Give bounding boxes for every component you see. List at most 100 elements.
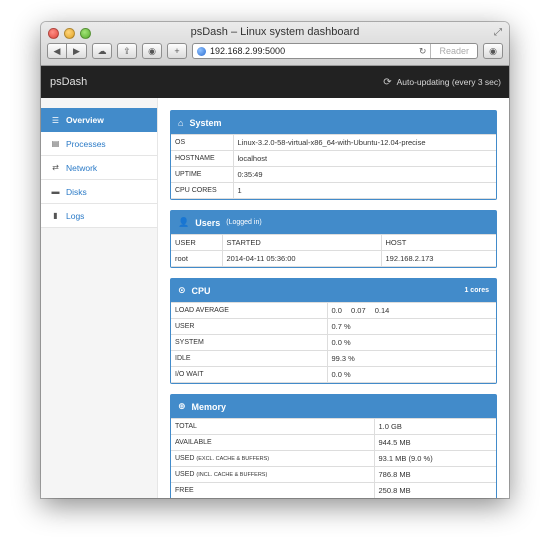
- table-cell: 192.168.2.173: [380, 250, 496, 267]
- cores-count: 1 cores: [464, 287, 489, 294]
- table-row: USER 0.7 %: [171, 318, 496, 335]
- row-label: UPTIME: [171, 166, 234, 183]
- back-arrow-icon: ◀: [53, 45, 61, 56]
- sidebar-item-overview[interactable]: ☰ Overview: [41, 108, 157, 132]
- sidebar-item-processes[interactable]: ▤ Processes: [41, 132, 157, 156]
- row-label-text: AVAILABLE: [175, 439, 212, 446]
- row-label-text: FREE: [175, 487, 194, 494]
- row-label-text: TOTAL: [175, 423, 197, 430]
- icloud-tabs-button[interactable]: ☁: [92, 43, 112, 59]
- row-value: 944.5 MB: [373, 434, 496, 451]
- row-label: USER: [171, 318, 328, 335]
- sidebar: ☰ Overview ▤ Processes ⇄ Network ▬ Disks…: [41, 98, 158, 498]
- url-text[interactable]: 192.168.2.99:5000: [210, 46, 415, 56]
- row-value: 250.8 MB: [373, 482, 496, 498]
- window-title: psDash – Linux system dashboard: [190, 26, 360, 38]
- row-label: AVAILABLE: [171, 434, 375, 451]
- file-icon: ▮: [53, 211, 58, 220]
- table-row: USED (EXCL. CACHE & BUFFERS) 93.1 MB (9.…: [171, 450, 496, 467]
- table-row: FREE 250.8 MB: [171, 482, 496, 498]
- row-value: 99.3 %: [326, 350, 496, 367]
- system-panel: ⌂ System OS Linux-3.2.0-58-virtual-x86_6…: [170, 110, 497, 200]
- users-table: USER STARTED HOST root 2014-04-11 05:36:…: [171, 234, 496, 267]
- cloud-icon: ☁: [97, 45, 107, 56]
- app-navbar: psDash ⟳ Auto-updating (every 3 sec): [41, 66, 509, 98]
- browser-toolbar: ◀ ▶ ☁ ⇪ ◉ + 192.168.2.99:5000 ↻ Reader ◉: [47, 42, 503, 60]
- table-row: TOTAL 1.0 GB: [171, 418, 496, 435]
- panel-subtitle: (Logged in): [226, 219, 262, 226]
- row-value: 1: [232, 182, 496, 199]
- row-label: SYSTEM: [171, 334, 328, 351]
- row-label-text: USED: [175, 471, 195, 478]
- disk-icon: ▬: [51, 187, 60, 196]
- row-label: FREE: [171, 482, 375, 498]
- row-label-note: (INCL. CACHE & BUFFERS): [196, 472, 268, 478]
- panel-header: ⊙ CPU 1 cores: [171, 279, 496, 302]
- cpu-table: LOAD AVERAGE 0.0 0.07 0.14 USER 0.7 % SY…: [171, 302, 496, 383]
- forward-arrow-icon: ▶: [73, 45, 80, 56]
- panel-header: ⌂ System: [171, 111, 496, 134]
- panel-header: ⊕ Memory: [171, 395, 496, 418]
- load-average-values: 0.0 0.07 0.14: [326, 302, 496, 319]
- row-value: localhost: [232, 150, 496, 167]
- browser-window: psDash – Linux system dashboard ⤢ ◀ ▶ ☁ …: [41, 22, 509, 498]
- table-row: I/O WAIT 0.0 %: [171, 366, 496, 383]
- users-panel: 👤 Users (Logged in) USER STARTED HOST ro…: [170, 210, 497, 268]
- address-bar[interactable]: 192.168.2.99:5000 ↻ Reader: [192, 43, 478, 59]
- sidebar-item-network[interactable]: ⇄ Network: [41, 156, 157, 180]
- new-tab-button[interactable]: +: [167, 43, 187, 59]
- row-label-note: (EXCL. CACHE & BUFFERS): [196, 456, 270, 462]
- app-body: ☰ Overview ▤ Processes ⇄ Network ▬ Disks…: [41, 98, 509, 498]
- row-label: USED (INCL. CACHE & BUFFERS): [171, 466, 375, 483]
- column-header: USER: [171, 234, 223, 251]
- share-icon: ⇪: [123, 45, 131, 56]
- row-label: HOSTNAME: [171, 150, 234, 167]
- panel-header: 👤 Users (Logged in): [171, 211, 496, 234]
- table-cell: root: [171, 250, 223, 267]
- share-button[interactable]: ⇪: [117, 43, 137, 59]
- table-cell: 2014-04-11 05:36:00: [221, 250, 382, 267]
- list-icon: ☰: [51, 115, 60, 125]
- auto-update-label: Auto-updating (every 3 sec): [396, 77, 501, 87]
- panel-title: Users: [195, 217, 221, 228]
- sidebar-item-logs[interactable]: ▮ Logs: [41, 204, 157, 228]
- app-brand[interactable]: psDash: [50, 76, 87, 88]
- table-row: HOSTNAME localhost: [171, 150, 496, 167]
- user-icon: 👤: [178, 217, 190, 227]
- back-button[interactable]: ◀: [47, 43, 67, 59]
- fullscreen-icon[interactable]: ⤢: [494, 27, 502, 38]
- row-value: Linux-3.2.0-58-virtual-x86_64-with-Ubunt…: [232, 134, 496, 151]
- load-1m: 0.0: [331, 306, 342, 315]
- table-row: IDLE 99.3 %: [171, 350, 496, 367]
- table-row: AVAILABLE 944.5 MB: [171, 434, 496, 451]
- downloads-button[interactable]: ◉: [483, 43, 503, 59]
- row-label: TOTAL: [171, 418, 375, 435]
- row-label: USED (EXCL. CACHE & BUFFERS): [171, 450, 375, 467]
- sidebar-item-label: Network: [66, 162, 98, 173]
- extension-button[interactable]: ◉: [142, 43, 162, 59]
- row-value: 0:35:49: [232, 166, 496, 183]
- row-value: 0.0 %: [326, 334, 496, 351]
- reload-icon[interactable]: ↻: [419, 46, 427, 57]
- row-label: OS: [171, 134, 234, 151]
- row-value: 786.8 MB: [373, 466, 496, 483]
- table-row: SYSTEM 0.0 %: [171, 334, 496, 351]
- memory-table: TOTAL 1.0 GB AVAILABLE 944.5 MB USED (EX…: [171, 418, 496, 498]
- reader-button[interactable]: Reader: [430, 44, 477, 58]
- sidebar-item-disks[interactable]: ▬ Disks: [41, 180, 157, 204]
- row-label: LOAD AVERAGE: [171, 302, 328, 319]
- auto-update-indicator: ⟳ Auto-updating (every 3 sec): [383, 77, 501, 88]
- table-row: CPU CORES 1: [171, 182, 496, 199]
- plus-circle-icon: ⊕: [178, 401, 186, 411]
- forward-button[interactable]: ▶: [67, 43, 87, 59]
- row-value: 93.1 MB (9.0 %): [373, 450, 496, 467]
- title-bar: psDash – Linux system dashboard ⤢ ◀ ▶ ☁ …: [41, 22, 509, 66]
- globe-icon: [197, 46, 206, 56]
- table-row: UPTIME 0:35:49: [171, 166, 496, 183]
- table-row: LOAD AVERAGE 0.0 0.07 0.14: [171, 302, 496, 319]
- processes-icon: ▤: [51, 139, 60, 148]
- column-header: HOST: [380, 234, 496, 251]
- panel-title: Memory: [191, 401, 227, 412]
- dashboard-icon: ⊙: [178, 285, 186, 295]
- sidebar-item-label: Processes: [66, 138, 106, 149]
